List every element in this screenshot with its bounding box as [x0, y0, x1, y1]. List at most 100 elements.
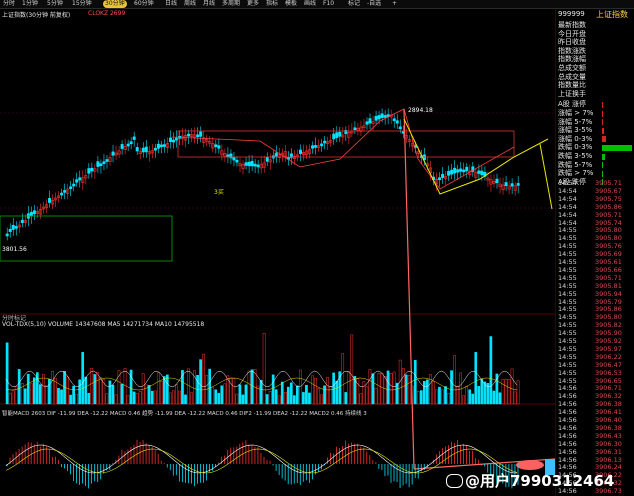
candle — [365, 121, 369, 125]
tick-time: 14:54 — [558, 210, 577, 219]
volume-bar — [471, 393, 475, 405]
toolbar-item-17[interactable]: + — [392, 0, 397, 8]
volume-bar — [386, 370, 390, 405]
toolbar-item-7[interactable]: 周线 — [184, 0, 196, 8]
toolbar-item-8[interactable]: 月线 — [203, 0, 215, 8]
volume-bar — [78, 379, 82, 405]
volume-bar — [311, 375, 314, 405]
volume-bar — [57, 387, 60, 405]
toolbar-item-10[interactable]: 更多 — [247, 0, 259, 8]
toolbar-item-1[interactable]: 1分钟 — [22, 0, 38, 8]
toolbar-item-16[interactable]: -自选 — [367, 0, 381, 8]
volume-bar — [23, 388, 27, 405]
tick-price: 3905.71 — [595, 179, 622, 187]
volume-bar — [416, 391, 420, 405]
toolbar-item-12[interactable]: 模板 — [285, 0, 297, 8]
volume-bar — [438, 386, 441, 405]
period-toolbar: 分时 1分钟 5分钟 15分钟 30分钟 60分钟 日线 周线 月线 多周期 更多 指标 模板 画线 F10… — [0, 0, 634, 9]
candle — [60, 192, 64, 196]
volume-bar — [413, 360, 417, 405]
toolbar-item-9[interactable]: 多周期 — [222, 0, 240, 8]
volume-bar — [26, 373, 30, 405]
volume-bar — [17, 369, 21, 405]
tick-time: 14:55 — [558, 337, 577, 345]
toolbar-item-11[interactable]: 指标 — [266, 0, 278, 8]
volume-bar — [353, 375, 357, 405]
toolbar-item-2[interactable]: 5分钟 — [47, 0, 63, 8]
candle — [111, 151, 115, 156]
candle — [29, 211, 33, 217]
weibo-icon — [446, 474, 463, 488]
volume-bar — [271, 374, 275, 405]
volume-bar — [51, 370, 54, 405]
tick-time: 14:54 — [558, 194, 577, 203]
tick-time: 14:55 — [558, 226, 577, 235]
volume-header: VOL-TDX(5,10) VOLUME 14347608 MA5 142717… — [2, 321, 205, 328]
tick-time: 14:54 — [558, 186, 577, 195]
tick-price: 3906.40 — [595, 416, 622, 424]
candle — [265, 156, 269, 162]
candle — [380, 113, 384, 118]
volume-bar — [347, 371, 351, 405]
candle — [353, 127, 357, 131]
breadth-bar — [602, 144, 632, 151]
tick-time: 14:55 — [558, 250, 577, 259]
candle — [377, 115, 381, 120]
volume-bar — [66, 376, 69, 405]
toolbar-item-5[interactable]: 60分钟 — [134, 0, 154, 8]
tick-price: 3905.71 — [595, 273, 622, 282]
candle — [5, 233, 9, 237]
candle — [453, 167, 457, 174]
candle — [438, 177, 442, 181]
candle — [465, 166, 469, 172]
toolbar-item-14[interactable]: F10 — [323, 0, 334, 8]
candle — [48, 198, 52, 203]
toolbar-item-13[interactable]: 画线 — [304, 0, 316, 8]
volume-bar — [120, 383, 124, 405]
index-code: 999999 — [558, 10, 585, 18]
candle — [441, 174, 445, 178]
breadth-bar — [602, 162, 603, 169]
volume-bar — [277, 395, 281, 405]
volume-bar — [75, 393, 78, 405]
volume-bar — [296, 385, 299, 405]
volume-bar — [365, 386, 369, 405]
candle — [129, 141, 133, 144]
volume-bar — [184, 394, 187, 405]
tick-time: 14:55 — [558, 368, 577, 377]
toolbar-item-3[interactable]: 15分钟 — [72, 0, 92, 8]
volume-bar — [150, 390, 154, 405]
volume-bar — [250, 369, 254, 405]
volume-bar — [383, 376, 387, 405]
toolbar-item-0[interactable]: 分时 — [3, 0, 15, 8]
candle — [99, 163, 103, 167]
candle — [153, 147, 157, 151]
candle — [135, 147, 139, 152]
candle — [156, 143, 160, 149]
volume-bar — [153, 390, 157, 405]
volume-bar — [187, 368, 190, 405]
candle — [274, 152, 278, 157]
candle — [253, 163, 257, 167]
volume-bar — [29, 383, 33, 405]
volume-bar — [477, 385, 481, 405]
tick-price: 3905.82 — [595, 321, 622, 330]
volume-bar — [135, 393, 139, 405]
kline-chart[interactable] — [0, 9, 555, 496]
candle — [175, 137, 179, 141]
volume-bar — [341, 353, 345, 405]
toolbar-item-4[interactable]: 30分钟 — [103, 0, 127, 8]
tick-time: 14:56 — [558, 384, 577, 393]
breadth-bar — [602, 153, 605, 160]
toolbar-item-15[interactable]: 标记 — [348, 0, 360, 8]
volume-bar — [90, 367, 94, 405]
volume-bar — [338, 371, 342, 405]
breadth-bar — [602, 136, 606, 143]
tick-time: 14:55 — [558, 265, 577, 274]
tick-time: 14:55 — [558, 360, 577, 369]
toolbar-item-6[interactable]: 日线 — [165, 0, 177, 8]
volume-bar — [492, 390, 496, 405]
app-root: 分时 1分钟 5分钟 15分钟 30分钟 60分钟 日线 周线 月线 多周期 更多 指标 模板 画线 F10… — [0, 0, 634, 496]
candle — [132, 136, 136, 140]
volume-bar — [498, 392, 502, 405]
